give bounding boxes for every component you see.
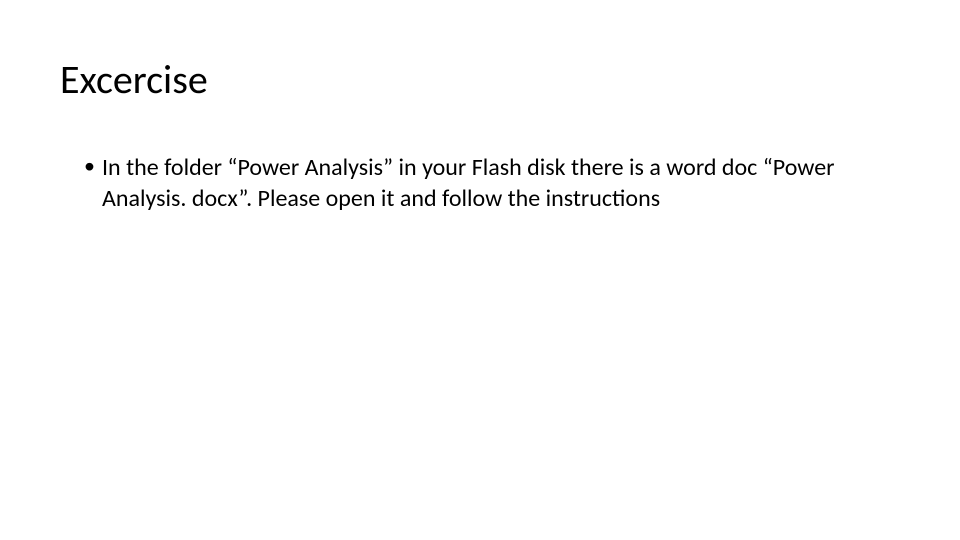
bullet-item: In the folder “Power Analysis” in your F…: [84, 152, 900, 214]
bullet-list: In the folder “Power Analysis” in your F…: [60, 152, 900, 214]
slide: Excercise In the folder “Power Analysis”…: [0, 0, 960, 540]
slide-title: Excercise: [60, 55, 900, 104]
